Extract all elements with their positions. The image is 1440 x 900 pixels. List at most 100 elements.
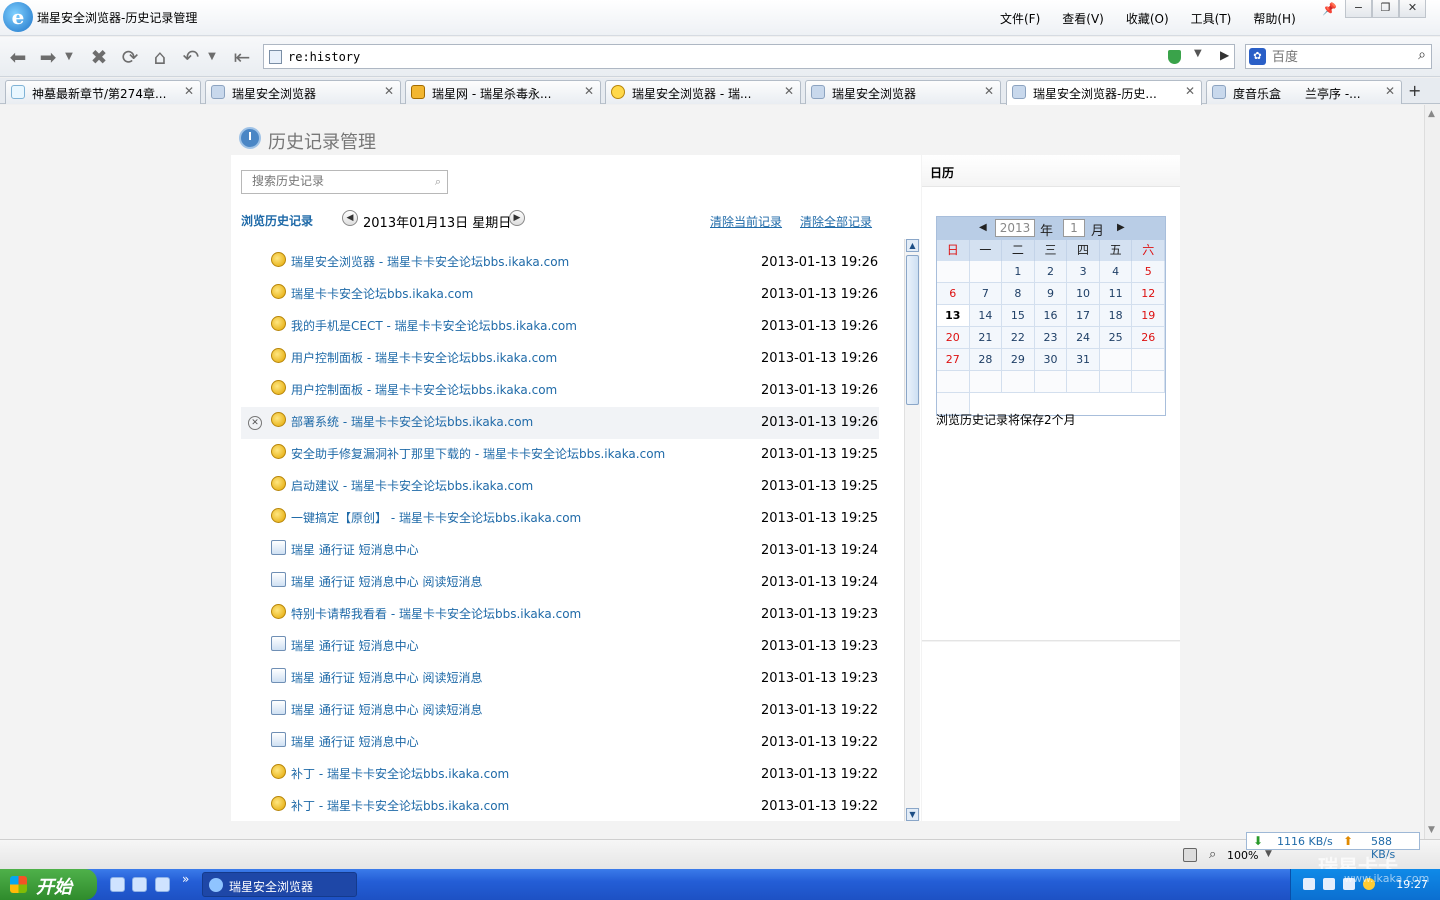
page-scroll-up-icon[interactable]: ▲ [1428, 109, 1435, 119]
calendar-day[interactable]: 31 [1067, 349, 1100, 371]
tab-close-icon[interactable]: ✕ [984, 84, 994, 98]
undo-dropdown-icon[interactable]: ▼ [205, 45, 219, 69]
forward-arrow-icon[interactable]: ➡ [36, 45, 60, 69]
history-entry-title[interactable]: 瑞星 通行证 短消息中心 阅读短消息 [291, 701, 482, 718]
calendar-day[interactable]: 4 [1099, 261, 1133, 283]
tab-close-icon[interactable]: ✕ [184, 84, 194, 98]
calendar-day[interactable]: 16 [1034, 305, 1068, 327]
refresh-icon[interactable]: ⟳ [118, 45, 142, 69]
tab-close-icon[interactable]: ✕ [384, 84, 394, 98]
search-icon[interactable]: ⌕ [1418, 47, 1426, 63]
next-month-icon[interactable]: ▶ [1117, 222, 1125, 233]
network-tray-icon[interactable] [1323, 878, 1335, 890]
home-icon[interactable]: ⌂ [148, 45, 172, 69]
back-arrow-icon[interactable]: ⬅ [6, 45, 30, 69]
history-row[interactable]: 瑞星 通行证 短消息中心 2013-01-13 19:23 [241, 631, 879, 663]
menu-favorites[interactable]: 收藏(O) [1126, 10, 1169, 27]
undo-close-icon[interactable]: ↶ [179, 45, 203, 69]
taskbar-browser-item[interactable]: 瑞星安全浏览器 [202, 872, 357, 897]
tab-rising-browser-2[interactable]: 瑞星安全浏览器 ✕ [805, 80, 1001, 104]
tab-rising-browser-1[interactable]: 瑞星安全浏览器 ✕ [205, 80, 401, 104]
calendar-day[interactable]: 5 [1132, 261, 1165, 283]
quicklaunch-media-icon[interactable] [132, 877, 147, 892]
history-entry-title[interactable]: 启动建议 - 瑞星卡卡安全论坛bbs.ikaka.com [291, 477, 533, 494]
history-row[interactable]: 补丁 - 瑞星卡卡安全论坛bbs.ikaka.com 2013-01-13 19:… [241, 791, 879, 821]
start-button[interactable]: 开始 [0, 869, 97, 900]
baidu-paw-icon[interactable]: ✿ [1249, 48, 1266, 65]
history-entry-title[interactable]: 补丁 - 瑞星卡卡安全论坛bbs.ikaka.com [291, 765, 509, 782]
history-row[interactable]: 瑞星 通行证 短消息中心 阅读短消息 2013-01-13 19:23 [241, 663, 879, 695]
history-row[interactable]: ✕ 部署系统 - 瑞星卡卡安全论坛bbs.ikaka.com 2013-01-13 … [241, 407, 879, 439]
history-entry-title[interactable]: 部署系统 - 瑞星卡卡安全论坛bbs.ikaka.com [291, 413, 533, 430]
pin-icon[interactable]: 📌 [1322, 2, 1337, 16]
tab-rising-forum[interactable]: 瑞星安全浏览器 - 瑞... ✕ [605, 80, 801, 104]
history-scrollbar[interactable]: ▲ ▼ [904, 239, 920, 821]
new-tab-plus-icon[interactable]: + [1408, 81, 1421, 100]
calendar-day[interactable]: 14 [969, 305, 1003, 327]
search-engine-box[interactable]: ✿ ⌕ [1245, 44, 1432, 69]
tab-novel[interactable]: 神墓最新章节/第274章... ✕ [5, 80, 201, 104]
history-search-input[interactable] [252, 174, 422, 188]
calendar-day[interactable]: 25 [1099, 327, 1133, 349]
history-row[interactable]: 瑞星 通行证 短消息中心 2013-01-13 19:22 [241, 727, 879, 759]
zoom-icon[interactable]: ⌕ [1209, 847, 1216, 862]
calendar-day[interactable]: 18 [1099, 305, 1133, 327]
close-window-button[interactable]: ✕ [1399, 0, 1426, 18]
calendar-day[interactable]: 21 [969, 327, 1003, 349]
scroll-up-icon[interactable]: ▲ [906, 239, 919, 252]
speaker-icon[interactable] [1183, 848, 1197, 862]
history-row[interactable]: 补丁 - 瑞星卡卡安全论坛bbs.ikaka.com 2013-01-13 19:… [241, 759, 879, 791]
history-entry-title[interactable]: 安全助手修复漏洞补丁那里下载的 - 瑞星卡卡安全论坛bbs.ikaka.com [291, 445, 665, 462]
calendar-day[interactable]: 20 [937, 327, 970, 349]
calendar-day[interactable]: 15 [1002, 305, 1035, 327]
menu-file[interactable]: 文件(F) [1000, 10, 1040, 27]
history-entry-title[interactable]: 用户控制面板 - 瑞星卡卡安全论坛bbs.ikaka.com [291, 349, 557, 366]
history-row[interactable]: 用户控制面板 - 瑞星卡卡安全论坛bbs.ikaka.com 2013-01-13… [241, 343, 879, 375]
calendar-day[interactable]: 3 [1067, 261, 1100, 283]
tab-close-icon[interactable]: ✕ [1185, 84, 1195, 98]
tab-close-icon[interactable]: ✕ [584, 84, 594, 98]
calendar-day[interactable]: 13 [937, 305, 970, 327]
history-entry-title[interactable]: 瑞星 通行证 短消息中心 [291, 637, 419, 654]
tab-music-box[interactable]: 度音乐盒 兰亭序 -... ✕ [1206, 80, 1402, 104]
stop-icon[interactable]: ✖ [87, 45, 111, 69]
quicklaunch-more-icon[interactable]: » [182, 872, 189, 886]
address-bar[interactable]: ▼ ▶ [263, 44, 1235, 69]
history-row[interactable]: 安全助手修复漏洞补丁那里下载的 - 瑞星卡卡安全论坛bbs.ikaka.com 2… [241, 439, 879, 471]
menu-view[interactable]: 查看(V) [1062, 10, 1104, 27]
restore-button[interactable]: ❐ [1372, 0, 1399, 18]
scroll-thumb[interactable] [906, 255, 919, 405]
year-field[interactable]: 2013 [995, 219, 1035, 237]
search-icon[interactable]: ⌕ [435, 175, 441, 189]
history-entry-title[interactable]: 瑞星 通行证 短消息中心 [291, 733, 419, 750]
month-field[interactable]: 1 [1063, 219, 1085, 237]
history-row[interactable]: 瑞星 通行证 短消息中心 2013-01-13 19:24 [241, 535, 879, 567]
history-row[interactable]: 用户控制面板 - 瑞星卡卡安全论坛bbs.ikaka.com 2013-01-13… [241, 375, 879, 407]
calendar-day[interactable]: 29 [1002, 349, 1035, 371]
zoom-level[interactable]: 100% [1227, 849, 1258, 862]
history-dropdown-icon[interactable]: ▼ [62, 45, 76, 69]
history-entry-title[interactable]: 用户控制面板 - 瑞星卡卡安全论坛bbs.ikaka.com [291, 381, 557, 398]
prev-month-icon[interactable]: ◀ [979, 222, 987, 233]
address-input[interactable] [288, 48, 1148, 65]
calendar-day[interactable]: 26 [1132, 327, 1165, 349]
calendar-day[interactable]: 7 [969, 283, 1003, 305]
favorites-panel-icon[interactable]: ⇤ [230, 45, 254, 69]
calendar-day[interactable]: 2 [1034, 261, 1068, 283]
calendar-day[interactable]: 17 [1067, 305, 1100, 327]
calendar-day[interactable]: 11 [1099, 283, 1133, 305]
tab-history-active[interactable]: 瑞星安全浏览器-历史... ✕ [1006, 80, 1202, 105]
history-entry-title[interactable]: 补丁 - 瑞星卡卡安全论坛bbs.ikaka.com [291, 797, 509, 814]
clear-current-link[interactable]: 清除当前记录 [710, 213, 782, 230]
tab-close-icon[interactable]: ✕ [1385, 84, 1395, 98]
quicklaunch-desktop-icon[interactable] [110, 877, 125, 892]
history-entry-title[interactable]: 特别卡请帮我看看 - 瑞星卡卡安全论坛bbs.ikaka.com [291, 605, 581, 622]
calendar-day[interactable]: 27 [937, 349, 970, 371]
security-shield-icon[interactable] [1168, 50, 1181, 64]
zoom-dropdown-icon[interactable]: ▼ [1265, 849, 1272, 859]
calendar-day[interactable]: 30 [1034, 349, 1068, 371]
calendar-day[interactable]: 24 [1067, 327, 1100, 349]
history-search-box[interactable]: ⌕ [241, 170, 448, 194]
history-row[interactable]: 一键搞定【原创】 - 瑞星卡卡安全论坛bbs.ikaka.com 2013-01-… [241, 503, 879, 535]
page-scroll-down-icon[interactable]: ▼ [1428, 825, 1435, 835]
